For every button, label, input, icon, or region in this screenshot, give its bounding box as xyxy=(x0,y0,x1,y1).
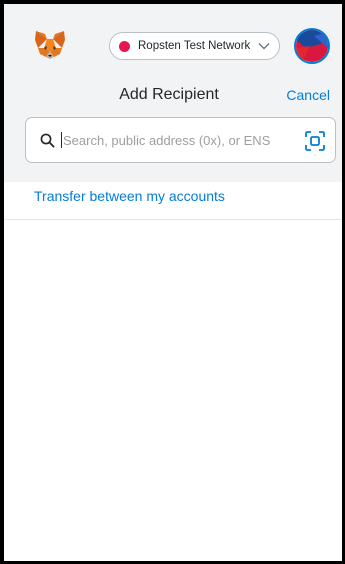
recipient-search-field xyxy=(25,117,336,163)
qr-scan-icon[interactable] xyxy=(305,131,325,151)
transfer-between-accounts-link[interactable]: Transfer between my accounts xyxy=(34,188,225,204)
network-label: Ropsten Test Network xyxy=(138,40,251,52)
search-icon xyxy=(40,133,55,148)
text-cursor xyxy=(61,132,62,148)
recipient-search-input[interactable] xyxy=(63,132,273,148)
chevron-down-icon xyxy=(258,43,270,50)
network-status-dot xyxy=(119,40,130,52)
account-identicon xyxy=(296,30,328,62)
app-header: Ropsten Test Network xyxy=(4,4,342,82)
cancel-button[interactable]: Cancel xyxy=(286,87,330,103)
divider xyxy=(4,219,342,220)
account-avatar[interactable] xyxy=(294,28,330,64)
metamask-fox-icon xyxy=(35,31,65,59)
network-selector[interactable]: Ropsten Test Network xyxy=(109,32,280,60)
